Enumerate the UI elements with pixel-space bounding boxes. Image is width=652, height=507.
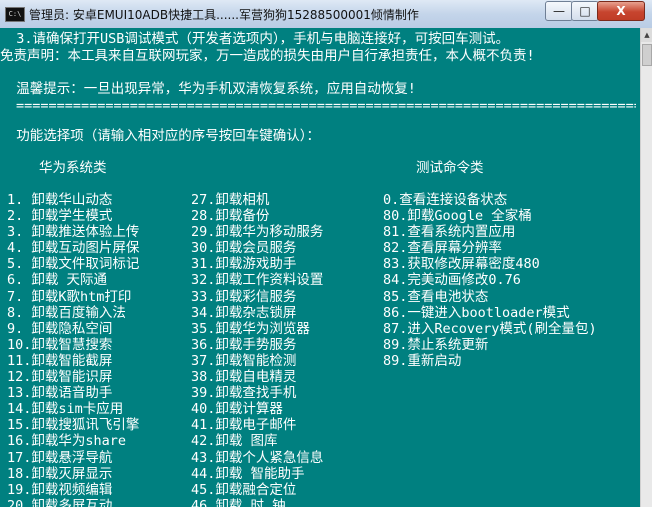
menu-item: 13.卸载语音助手 xyxy=(7,385,113,402)
scroll-up-arrow-icon[interactable]: ▲ xyxy=(641,28,652,42)
menu-item: 6. 卸载 天际通 xyxy=(7,272,108,289)
menu-item: 29.卸载华为移动服务 xyxy=(191,224,324,241)
menu-item: 3. 卸载推送体验上传 xyxy=(7,224,140,241)
menu-item: 8. 卸载百度输入法 xyxy=(7,304,126,321)
menu-item: 39.卸载查找手机 xyxy=(191,385,297,402)
menu-item: 4. 卸载互动图片屏保 xyxy=(7,240,140,257)
menu-item: 44.卸载 智能助手 xyxy=(191,465,305,482)
window-title: 管理员: 安卓EMUI10ADB快捷工具......军营狗狗1528850000… xyxy=(29,8,419,22)
menu-item: 17.卸载悬浮导航 xyxy=(7,449,113,466)
menu-item: 18.卸载灭屏显示 xyxy=(7,465,113,482)
disclaimer-line: 免责声明：本工具来自互联网玩家，万一造成的损失由用户自行承担责任，本人概不负责! xyxy=(0,48,535,64)
menu-item: 32.卸载工作资料设置 xyxy=(191,272,324,289)
menu-column-3: 0.查看连接设备状态 80.卸载Google 全家桶 81.查看系统内置应用 8… xyxy=(383,192,597,369)
menu-item: 9. 卸载隐私空间 xyxy=(7,320,113,337)
close-button[interactable]: X xyxy=(597,1,645,21)
menu-item: 16.卸载华为share xyxy=(7,433,127,450)
tip-line: 温馨提示：一旦出现异常，华为手机双清恢复系统，应用自动恢复! xyxy=(0,81,416,97)
scrollbar-thumb[interactable] xyxy=(642,44,652,66)
menu-item: 12.卸载智能识屏 xyxy=(7,369,113,386)
menu-item: 5. 卸载文件取词标记 xyxy=(7,256,140,273)
usb-instruction-line: 3.请确保打开USB调试模式（开发者选项内），手机与电脑连接好，可按回车测试。 xyxy=(0,31,510,47)
menu-item: 36.卸载手势服务 xyxy=(191,336,297,353)
menu-item: 87.进入Recovery模式(刷全量包) xyxy=(383,320,597,337)
menu-item: 14.卸载sim卡应用 xyxy=(7,401,124,418)
menu-item: 82.查看屏幕分辨率 xyxy=(383,240,502,257)
console-icon: C:\ xyxy=(5,7,25,22)
menu-item: 37.卸载智能检测 xyxy=(191,352,297,369)
vertical-scrollbar[interactable]: ▲ xyxy=(640,28,652,507)
menu-item: 35.卸载华为浏览器 xyxy=(191,320,310,337)
menu-item: 89.重新启动 xyxy=(383,352,462,369)
menu-item: 42.卸载 图库 xyxy=(191,433,278,450)
menu-column-2: 27.卸载相机 28.卸载备份 29.卸载华为移动服务 30.卸载会员服务 31… xyxy=(191,192,323,507)
title-bar[interactable]: C:\ 管理员: 安卓EMUI10ADB快捷工具......军营狗狗152885… xyxy=(0,0,652,29)
menu-item: 31.卸载游戏助手 xyxy=(191,256,297,273)
header-test-commands: 测试命令类 xyxy=(416,160,484,176)
prompt-line: 功能选择项（请输入相对应的序号按回车键确认）： xyxy=(0,128,321,144)
menu-column-1: 1. 卸载华山动态 2. 卸载学生模式 3. 卸载推送体验上传 4. 卸载互动图… xyxy=(7,192,139,507)
menu-item: 10.卸载智慧搜索 xyxy=(7,336,113,353)
menu-item: 46.卸载 时 钟 xyxy=(191,497,286,507)
menu-item: 80.卸载Google 全家桶 xyxy=(383,208,532,225)
menu-item: 11.卸载智能截屏 xyxy=(7,352,113,369)
separator-rule: ========================================… xyxy=(16,98,636,114)
menu-item: 45.卸载融合定位 xyxy=(191,481,297,498)
menu-item: 33.卸载彩信服务 xyxy=(191,288,297,305)
menu-item: 89.禁止系统更新 xyxy=(383,336,489,353)
menu-item: 40.卸载计算器 xyxy=(191,401,283,418)
menu-item: 0.查看连接设备状态 xyxy=(383,192,508,208)
menu-item: 30.卸载会员服务 xyxy=(191,240,297,257)
minimize-button[interactable]: — xyxy=(545,1,573,21)
menu-item: 41.卸载电子邮件 xyxy=(191,417,297,434)
menu-item: 28.卸载备份 xyxy=(191,208,270,225)
menu-item: 38.卸载自电精灵 xyxy=(191,369,297,386)
menu-item: 1. 卸载华山动态 xyxy=(7,192,113,208)
menu-item: 86.一键进入bootloader模式 xyxy=(383,304,570,321)
menu-item: 81.查看系统内置应用 xyxy=(383,224,516,241)
menu-item: 84.完美动画修改0.76 xyxy=(383,272,521,289)
menu-item: 34.卸载杂志锁屏 xyxy=(191,304,297,321)
menu-item: 27.卸载相机 xyxy=(191,192,270,208)
menu-item: 19.卸载视频编辑 xyxy=(7,481,113,498)
menu-item: 7. 卸载K歌htm打印 xyxy=(7,288,132,305)
console-area[interactable]: 3.请确保打开USB调试模式（开发者选项内），手机与电脑连接好，可按回车测试。 … xyxy=(0,28,640,507)
menu-item: 15.卸载搜狐讯飞引擎 xyxy=(7,417,140,434)
header-huawei-system: 华为系统类 xyxy=(39,160,107,176)
menu-item: 85.查看电池状态 xyxy=(383,288,489,305)
menu-item: 43.卸载个人紧急信息 xyxy=(191,449,324,466)
menu-item: 20.卸载多屏互动 xyxy=(7,497,113,507)
maximize-button[interactable]: □ xyxy=(571,1,599,21)
menu-item: 2. 卸载学生模式 xyxy=(7,208,113,225)
menu-item: 83.获取修改屏幕密度480 xyxy=(383,256,540,273)
